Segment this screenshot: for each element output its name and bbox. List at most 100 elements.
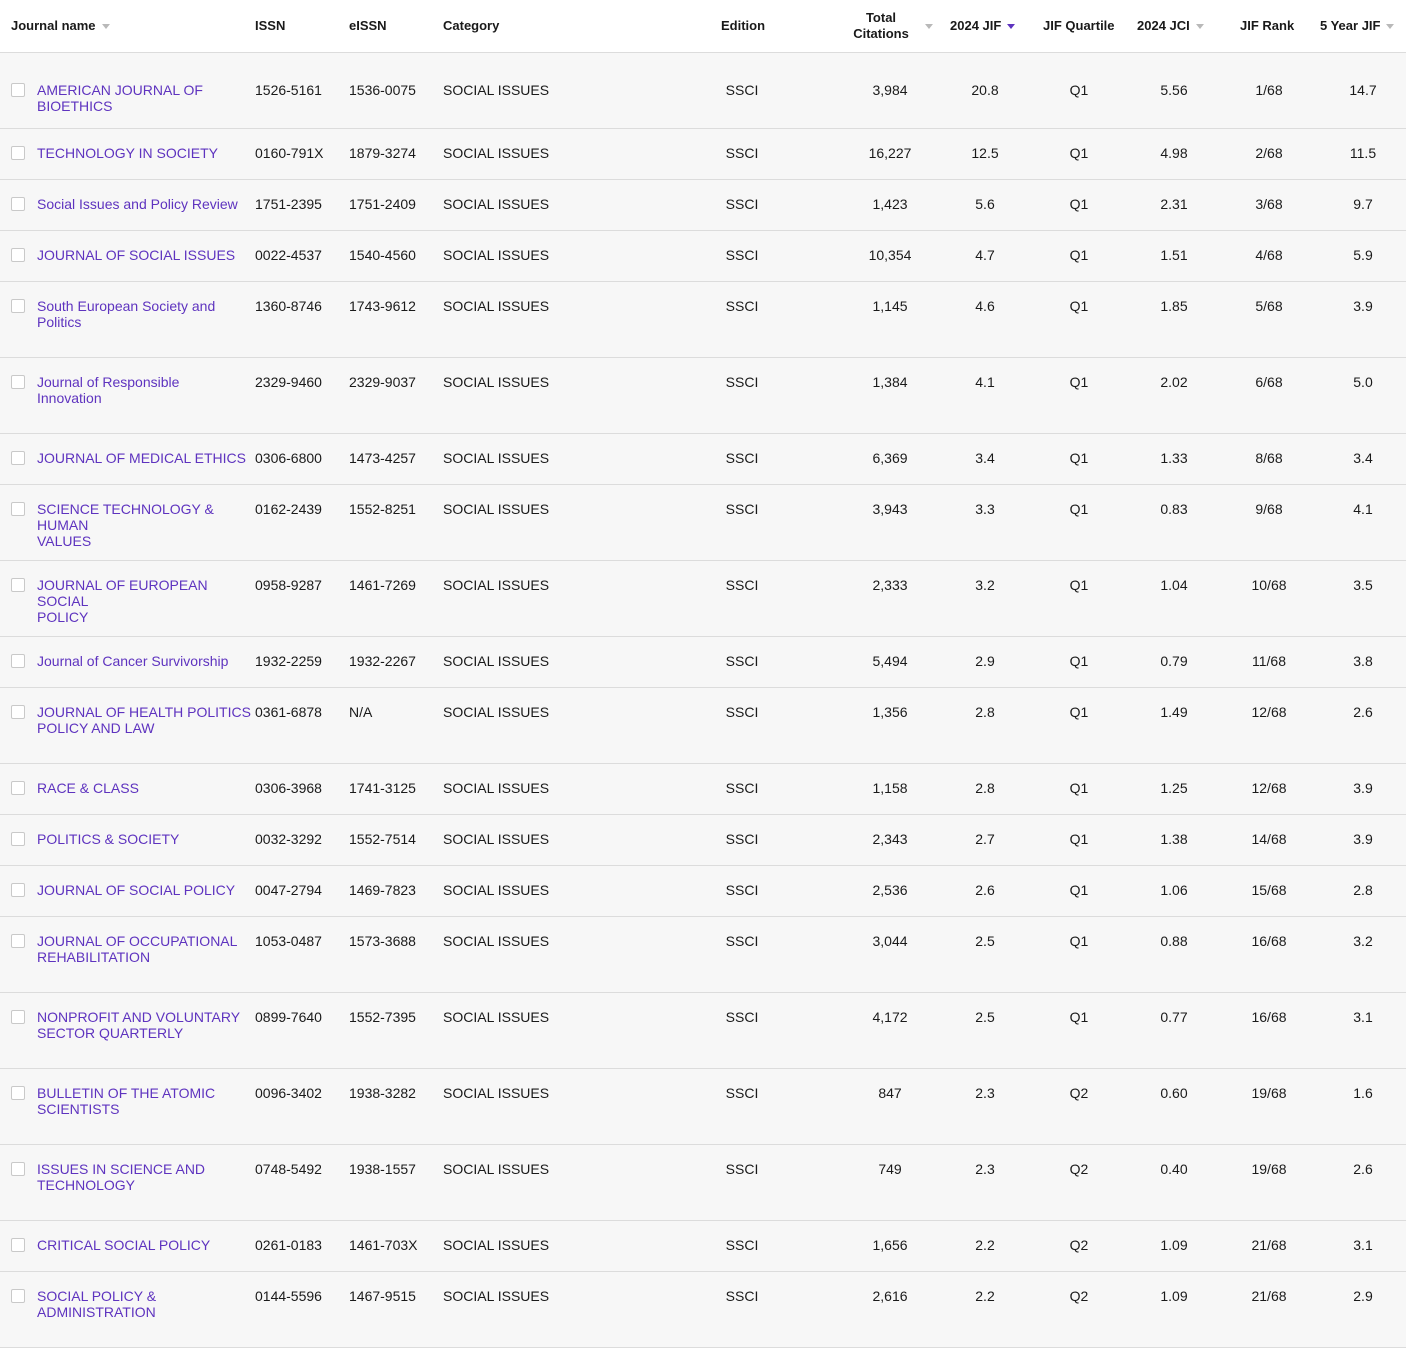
row-checkbox[interactable]: [11, 451, 25, 465]
col-2024-jif-label: 2024 JIF: [950, 18, 1002, 33]
row-checkbox[interactable]: [11, 1238, 25, 1252]
journal-name-link[interactable]: JOURNAL OF SOCIAL POLICY: [37, 882, 252, 898]
cell-5-year-jif: 9.7: [1353, 196, 1373, 212]
sort-arrow-active-icon[interactable]: [1007, 23, 1016, 29]
cell-2024-jif: 3.4: [975, 450, 995, 466]
journal-name-link[interactable]: JOURNAL OF SOCIAL ISSUES: [37, 247, 252, 263]
row-checkbox[interactable]: [11, 705, 25, 719]
cell-category: SOCIAL ISSUES: [443, 1085, 550, 1101]
row-checkbox[interactable]: [11, 146, 25, 160]
cell-edition: SSCI: [725, 882, 759, 898]
cell-2024-jif: 2.3: [975, 1161, 995, 1177]
col-total-citations-sort[interactable]: [925, 0, 933, 52]
row-checkbox[interactable]: [11, 299, 25, 313]
cell-jif-quartile: Q1: [1069, 450, 1089, 466]
cell-jif-rank: 2/68: [1255, 145, 1283, 161]
cell-2024-jci: 1.51: [1160, 247, 1188, 263]
cell-jif-rank: 1/68: [1255, 82, 1283, 98]
row-checkbox[interactable]: [11, 781, 25, 795]
row-checkbox[interactable]: [11, 1162, 25, 1176]
col-total-citations[interactable]: Total Citations: [846, 0, 916, 52]
cell-total-citations: 2,333: [872, 577, 908, 593]
journal-name-link[interactable]: RACE & CLASS: [37, 780, 252, 796]
cell-category: SOCIAL ISSUES: [443, 780, 550, 796]
cell-edition: SSCI: [725, 196, 759, 212]
journal-name-link[interactable]: Journal of Cancer Survivorship: [37, 653, 252, 669]
cell-category: SOCIAL ISSUES: [443, 450, 550, 466]
col-journal-name[interactable]: Journal name: [11, 0, 110, 52]
journal-name-link[interactable]: AMERICAN JOURNAL OF BIOETHICS: [37, 82, 252, 114]
col-2024-jci-label: 2024 JCI: [1137, 18, 1190, 33]
row-checkbox[interactable]: [11, 832, 25, 846]
row-checkbox[interactable]: [11, 502, 25, 516]
col-2024-jif[interactable]: 2024 JIF: [950, 0, 1016, 52]
table-row: TECHNOLOGY IN SOCIETY 0160-791X 1879-3274 S…: [0, 129, 1406, 180]
journal-name-link[interactable]: TECHNOLOGY IN SOCIETY: [37, 145, 252, 161]
row-checkbox[interactable]: [11, 1086, 25, 1100]
journal-name-link[interactable]: Journal of Responsible Innovation: [37, 374, 252, 406]
cell-5-year-jif: 3.9: [1353, 780, 1373, 796]
cell-2024-jci: 0.40: [1160, 1161, 1188, 1177]
journal-name-link[interactable]: JOURNAL OF OCCUPATIONAL REHABILITATION: [37, 933, 252, 965]
journal-name-link[interactable]: Social Issues and Policy Review: [37, 196, 252, 212]
journal-name-link[interactable]: JOURNAL OF MEDICAL ETHICS: [37, 450, 252, 466]
cell-jif-rank: 14/68: [1251, 831, 1287, 847]
row-checkbox[interactable]: [11, 375, 25, 389]
journal-name-line1: JOURNAL OF SOCIAL ISSUES: [37, 247, 236, 263]
journal-name-line1: JOURNAL OF EUROPEAN SOCIAL: [37, 577, 208, 609]
journal-name-link[interactable]: South European Society and Politics: [37, 298, 252, 330]
col-issn: ISSN: [255, 0, 285, 52]
row-checkbox[interactable]: [11, 578, 25, 592]
journal-name-link[interactable]: POLITICS & SOCIETY: [37, 831, 252, 847]
row-checkbox[interactable]: [11, 197, 25, 211]
cell-jif-rank: 19/68: [1251, 1085, 1287, 1101]
journal-name-line2: SECTOR QUARTERLY: [37, 1025, 184, 1041]
cell-category: SOCIAL ISSUES: [443, 196, 550, 212]
col-2024-jci[interactable]: 2024 JCI: [1137, 0, 1204, 52]
cell-total-citations: 2,616: [872, 1288, 908, 1304]
cell-2024-jci: 1.85: [1160, 298, 1188, 314]
journal-name-link[interactable]: JOURNAL OF EUROPEAN SOCIAL POLICY: [37, 577, 252, 625]
cell-edition: SSCI: [725, 577, 759, 593]
cell-jif-quartile: Q2: [1069, 1288, 1089, 1304]
journal-name-link[interactable]: ISSUES IN SCIENCE AND TECHNOLOGY: [37, 1161, 252, 1193]
row-checkbox[interactable]: [11, 883, 25, 897]
col-5-year-jif[interactable]: 5 Year JIF: [1320, 0, 1395, 52]
sort-arrow-icon[interactable]: [1386, 23, 1395, 29]
cell-total-citations: 749: [878, 1161, 902, 1177]
sort-arrow-icon[interactable]: [101, 23, 110, 29]
journal-name-line1: SCIENCE TECHNOLOGY & HUMAN: [37, 501, 214, 533]
cell-2024-jif: 3.3: [975, 501, 995, 517]
journal-name-line1: JOURNAL OF HEALTH POLITICS: [37, 704, 251, 720]
cell-2024-jif: 2.2: [975, 1288, 995, 1304]
journal-name-link[interactable]: CRITICAL SOCIAL POLICY: [37, 1237, 252, 1253]
table-row: JOURNAL OF OCCUPATIONAL REHABILITATION 105…: [0, 917, 1406, 993]
cell-jif-quartile: Q2: [1069, 1237, 1089, 1253]
journal-name-link[interactable]: JOURNAL OF HEALTH POLITICS POLICY AND LAW: [37, 704, 252, 736]
row-checkbox[interactable]: [11, 654, 25, 668]
cell-issn: 0361-6878: [255, 704, 322, 720]
journal-name-link[interactable]: SCIENCE TECHNOLOGY & HUMAN VALUES: [37, 501, 252, 549]
table-row: POLITICS & SOCIETY 0032-3292 1552-7514 SOCI…: [0, 815, 1406, 866]
sort-arrow-icon[interactable]: [1195, 23, 1204, 29]
row-checkbox[interactable]: [11, 1010, 25, 1024]
cell-total-citations: 1,423: [872, 196, 908, 212]
cell-category: SOCIAL ISSUES: [443, 882, 550, 898]
row-checkbox[interactable]: [11, 83, 25, 97]
journal-name-link[interactable]: SOCIAL POLICY & ADMINISTRATION: [37, 1288, 252, 1320]
cell-2024-jif: 2.6: [975, 882, 995, 898]
row-checkbox[interactable]: [11, 248, 25, 262]
cell-edition: SSCI: [725, 145, 759, 161]
cell-issn: 1053-0487: [255, 933, 322, 949]
row-checkbox[interactable]: [11, 1289, 25, 1303]
sort-arrow-icon[interactable]: [925, 23, 933, 29]
journal-name-link[interactable]: BULLETIN OF THE ATOMIC SCIENTISTS: [37, 1085, 252, 1117]
cell-total-citations: 2,343: [872, 831, 908, 847]
row-checkbox[interactable]: [11, 934, 25, 948]
cell-jif-rank: 12/68: [1251, 780, 1287, 796]
cell-2024-jif: 2.5: [975, 1009, 995, 1025]
col-jif-quartile: JIF Quartile: [1043, 0, 1115, 52]
cell-jif-rank: 21/68: [1251, 1288, 1287, 1304]
journal-name-line1: Journal of Responsible: [37, 374, 180, 390]
journal-name-link[interactable]: NONPROFIT AND VOLUNTARY SECTOR QUARTERLY: [37, 1009, 252, 1041]
